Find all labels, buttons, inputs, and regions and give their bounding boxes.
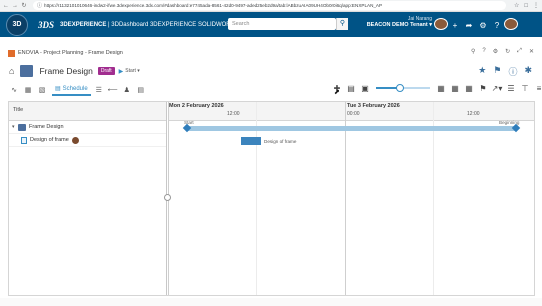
profile-avatar[interactable] xyxy=(504,18,518,32)
refresh-icon[interactable]: ↻ xyxy=(505,48,510,55)
title-column-header[interactable]: Title xyxy=(9,102,166,121)
task-bar[interactable] xyxy=(241,137,261,145)
flag-icon[interactable]: ⚑ xyxy=(476,84,490,93)
clipboard-icon[interactable]: ▦ xyxy=(22,86,34,94)
close-icon[interactable]: ✕ xyxy=(529,48,534,55)
help-icon[interactable]: ? xyxy=(490,21,504,30)
search-icon[interactable]: ⚲ xyxy=(336,18,348,30)
cursor-select-icon[interactable]: ↗▾ xyxy=(490,84,504,93)
forward-icon[interactable]: → xyxy=(12,3,18,9)
avatar[interactable] xyxy=(504,18,518,30)
browser-address-bar: ← → ↻ ⓘ https://r1132101010646-indw2-ifw… xyxy=(0,0,542,12)
extensions-icon[interactable]: □ xyxy=(524,3,528,9)
site-info-icon[interactable]: ⓘ xyxy=(37,2,42,9)
play-icon: ▶ xyxy=(118,68,124,75)
document-icon[interactable]: ▤ xyxy=(135,86,147,94)
tree-icon[interactable]: ☰ xyxy=(93,86,105,94)
calendar-icon[interactable]: ▧ xyxy=(36,86,48,94)
compass-icon[interactable]: 3D xyxy=(6,13,28,36)
tenant-name: BEACON DEMO Tenant xyxy=(366,22,428,28)
app-title: ENOVIA - Project Planning - Frame Design xyxy=(18,50,123,56)
user-info[interactable]: Jai Narang BEACON DEMO Tenant ▾ xyxy=(366,16,432,28)
project-title-row: ⌂ Frame Design Draft ▶ Start ▾ ★ ⚑ ⓘ ✱ xyxy=(0,63,542,79)
collapse-icon[interactable]: ☰ xyxy=(504,84,518,93)
page-title: Frame Design xyxy=(39,66,93,76)
gantt-chart[interactable]: Mon 2 February 2026 Tue 3 February 2026 … xyxy=(168,102,534,295)
tab-schedule[interactable]: ▤ Schedule xyxy=(52,83,91,96)
task-icon xyxy=(21,136,27,144)
chart-icon[interactable]: ∿ xyxy=(8,86,20,94)
reload-icon[interactable]: ↻ xyxy=(21,3,27,9)
platform-brand[interactable]: 3DEXPERIENCE | 3DDashboard 3DEXPERIENCE … xyxy=(60,21,244,28)
time-label: 00:00 xyxy=(347,111,360,117)
day-label: Mon 2 February 2026 xyxy=(169,103,224,109)
table-row[interactable]: Design of frame xyxy=(9,134,166,147)
add-icon[interactable]: + xyxy=(448,21,462,30)
search-input[interactable]: Search xyxy=(228,18,336,30)
back-icon[interactable]: ← xyxy=(3,3,9,9)
zoom-handle[interactable] xyxy=(396,84,405,92)
dependency-icon[interactable]: ⟵ xyxy=(107,86,119,94)
info-icon[interactable]: ⓘ xyxy=(508,65,517,78)
assignee-avatar[interactable] xyxy=(71,136,79,144)
tab-schedule-label: Schedule xyxy=(62,85,88,92)
start-label: Start xyxy=(125,68,136,74)
schedule-toolbar: ∿ ▦ ▧ ▤ Schedule ☰ ⟵ ♟ ▤ ✚ ▤ ▣ ▦ ▦ ▦ ⚑ ↗… xyxy=(0,82,542,97)
url-field[interactable]: ⓘ https://r1132101010646-indw2-ifwe.3dex… xyxy=(33,1,506,10)
star-icon[interactable]: ☆ xyxy=(514,2,519,9)
calendar-week-icon[interactable]: ▦ xyxy=(448,84,462,93)
project-icon xyxy=(20,65,34,77)
settings-icon[interactable]: ⚙ xyxy=(493,48,498,55)
search-icon[interactable]: ⚲ xyxy=(471,48,475,55)
task-bar-label: Design of frame xyxy=(264,139,297,144)
project-icon xyxy=(18,123,26,131)
schedule-icon: ▤ xyxy=(55,86,61,92)
people-icon[interactable]: ♟ xyxy=(121,86,133,94)
collaborate-icon[interactable]: ✱ xyxy=(524,65,532,78)
mouse-cursor-icon: ⬈ xyxy=(334,89,340,96)
image-icon[interactable]: ▣ xyxy=(358,84,372,93)
platform-topbar: 3D 3DS 3DEXPERIENCE | 3DDashboard 3DEXPE… xyxy=(0,12,542,37)
tenant-selector[interactable]: BEACON DEMO Tenant ▾ xyxy=(366,22,432,28)
text-icon[interactable]: ▤ xyxy=(344,84,358,93)
schedule-grid: Title ▾ Frame Design Design of frame Mon… xyxy=(8,101,535,296)
calendar-icon[interactable]: ▦ xyxy=(434,84,448,93)
notifications-icon[interactable]: ⚙ xyxy=(476,21,490,30)
app-header: ENOVIA - Project Planning - Frame Design… xyxy=(0,48,542,58)
timeline-header: Mon 2 February 2026 Tue 3 February 2026 … xyxy=(168,102,534,121)
start-button[interactable]: ▶ Start ▾ xyxy=(119,68,140,75)
status-badge[interactable]: Draft xyxy=(97,67,115,75)
row-label: Frame Design xyxy=(29,124,64,130)
bottom-area xyxy=(0,298,542,306)
maximize-icon[interactable]: ⤢ xyxy=(517,48,522,55)
calendar-day-icon[interactable]: ▦ xyxy=(462,84,476,93)
bookmark-icon[interactable]: ★ xyxy=(478,65,486,78)
time-label: 12:00 xyxy=(467,111,480,117)
tag-icon[interactable]: ⚑ xyxy=(493,65,501,78)
filter-icon[interactable]: ≡ xyxy=(532,84,542,93)
brand-app-name: | 3DDashboard 3DEXPERIENCE SOLIDWORKS xyxy=(106,22,239,28)
user-avatar[interactable] xyxy=(434,18,448,32)
tree-column: Title ▾ Frame Design Design of frame xyxy=(9,102,167,295)
project-summary-bar[interactable] xyxy=(187,126,515,131)
zoom-slider[interactable] xyxy=(376,83,430,93)
expand-icon[interactable]: ⊤ xyxy=(518,84,532,93)
home-icon[interactable]: ⌂ xyxy=(9,66,14,76)
share-icon[interactable]: ➦ xyxy=(462,21,476,30)
table-row[interactable]: ▾ Frame Design xyxy=(9,121,166,134)
row-label: Design of frame xyxy=(30,137,69,143)
brand-name: 3DEXPERIENCE xyxy=(60,22,107,28)
day-label: Tue 3 February 2026 xyxy=(347,103,400,109)
menu-icon[interactable]: ⋮ xyxy=(533,2,539,9)
time-label: 12:00 xyxy=(227,111,240,117)
help-icon[interactable]: ? xyxy=(482,48,485,55)
enovia-app-icon xyxy=(8,49,15,57)
url-text: https://r1132101010646-indw2-ifwe.3dexpe… xyxy=(44,3,383,8)
ds-logo: 3DS xyxy=(38,19,55,30)
pane-splitter[interactable] xyxy=(164,194,171,201)
avatar[interactable] xyxy=(434,18,448,30)
